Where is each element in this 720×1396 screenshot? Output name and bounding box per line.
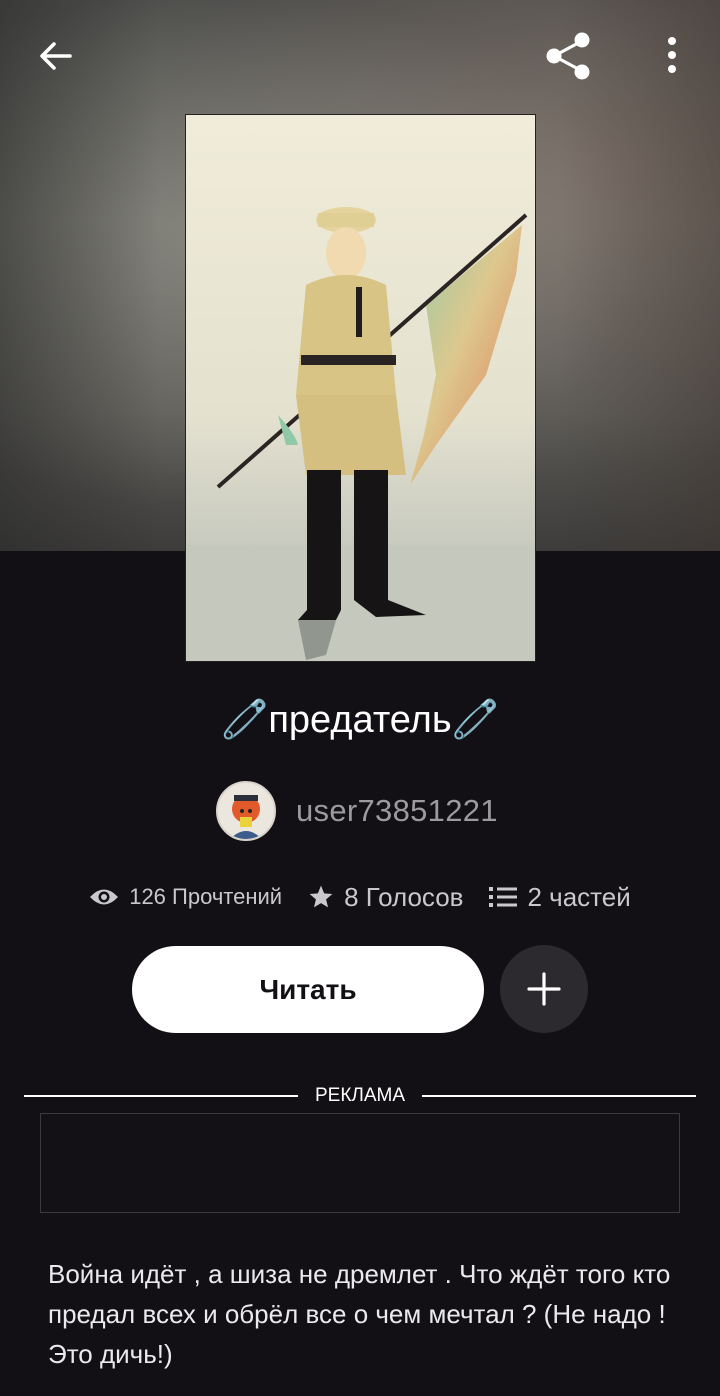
more-vertical-icon bbox=[668, 37, 676, 73]
more-options-button[interactable] bbox=[642, 26, 702, 86]
parts-count: 2 частей bbox=[527, 881, 631, 912]
votes-count: 8 Голосов bbox=[344, 881, 464, 912]
eye-icon bbox=[90, 889, 119, 905]
plus-icon bbox=[527, 972, 561, 1006]
reads-count: 126 Прочтений bbox=[129, 884, 283, 909]
ad-placeholder[interactable] bbox=[40, 1113, 680, 1213]
author-username: user73851221 bbox=[296, 793, 498, 828]
star-icon bbox=[309, 885, 333, 908]
avatar bbox=[216, 781, 276, 841]
back-button[interactable] bbox=[26, 26, 86, 86]
author-link[interactable]: user73851221 bbox=[216, 781, 498, 841]
author-avatar-image bbox=[218, 783, 274, 839]
story-stats: 126 Прочтений 8 Голосов 2 частей bbox=[0, 874, 720, 920]
read-button[interactable]: Читать bbox=[132, 946, 484, 1033]
cover-illustration bbox=[186, 207, 535, 661]
story-title: 🧷предатель🧷 bbox=[221, 699, 499, 741]
divider-line-left bbox=[24, 1095, 298, 1097]
arrow-left-icon bbox=[40, 42, 72, 70]
divider-line-right bbox=[422, 1095, 696, 1097]
story-cover-image[interactable] bbox=[185, 114, 536, 662]
share-button[interactable] bbox=[538, 26, 598, 86]
share-icon bbox=[546, 32, 590, 80]
votes-stat: 8 Голосов bbox=[308, 882, 463, 913]
parts-stat: 2 частей bbox=[489, 881, 631, 913]
story-description: Война идёт , а шиза не дремлет . Что ждё… bbox=[48, 1259, 671, 1369]
reads-stat: 126 Прочтений bbox=[89, 884, 282, 910]
add-to-library-button[interactable] bbox=[500, 945, 588, 1033]
ad-divider: РЕКЛАМА bbox=[24, 1083, 696, 1109]
list-icon bbox=[489, 887, 518, 907]
ad-label: РЕКЛАМА bbox=[314, 1085, 406, 1106]
